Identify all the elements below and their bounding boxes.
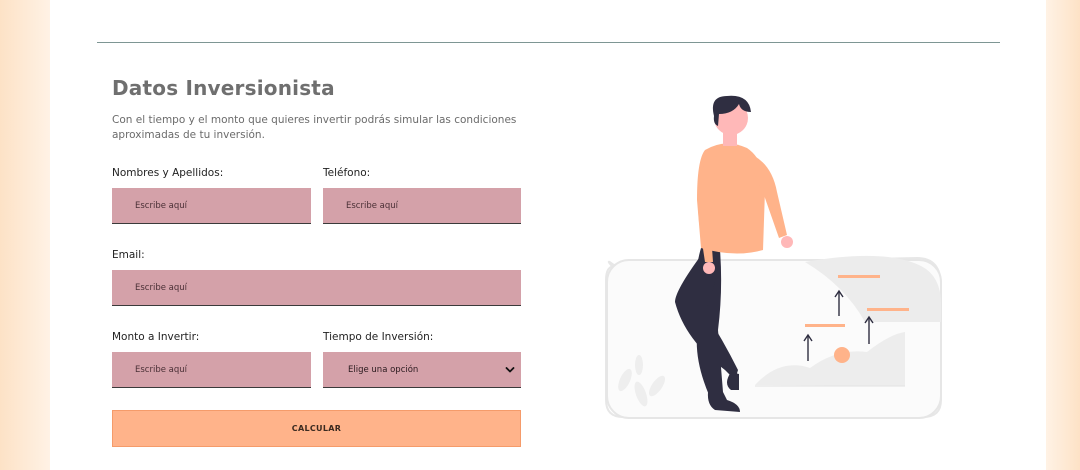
section-divider — [97, 42, 1000, 43]
person-leaning-growth-chart-illustration — [605, 95, 942, 419]
calculate-button[interactable]: CALCULAR — [112, 410, 521, 447]
name-label: Nombres y Apellidos: — [112, 167, 224, 179]
name-input[interactable]: Escribe aquí — [112, 188, 311, 224]
left-page-margin — [0, 0, 50, 470]
form-title: Datos Inversionista — [112, 76, 335, 100]
chevron-down-icon — [505, 367, 515, 373]
phone-input[interactable]: Escribe aquí — [323, 188, 521, 224]
email-input[interactable]: Escribe aquí — [112, 270, 521, 306]
term-label: Tiempo de Inversión: — [323, 331, 434, 343]
amount-input[interactable]: Escribe aquí — [112, 352, 311, 388]
right-page-margin — [1046, 0, 1080, 470]
email-label: Email: — [112, 249, 145, 261]
content-card: Datos Inversionista Con el tiempo y el m… — [50, 0, 1046, 470]
phone-label: Teléfono: — [323, 167, 371, 179]
amount-label: Monto a Invertir: — [112, 331, 200, 343]
term-select-value: Elige una opción — [348, 364, 419, 375]
form-description: Con el tiempo y el monto que quieres inv… — [112, 114, 517, 141]
term-select[interactable]: Elige una opción — [323, 352, 521, 388]
